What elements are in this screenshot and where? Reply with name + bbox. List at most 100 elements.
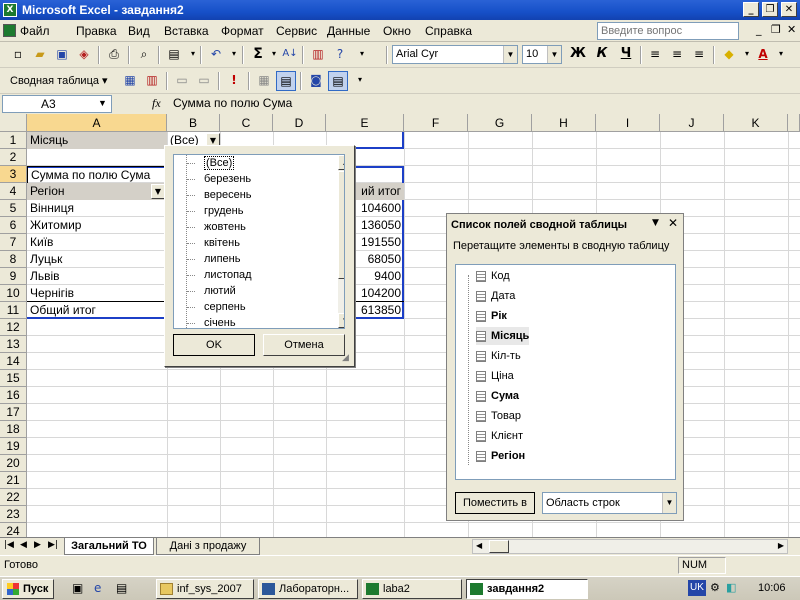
row-header[interactable]: 4 [0, 183, 27, 200]
refresh-data-icon[interactable]: ! [224, 71, 244, 91]
row-header[interactable]: 16 [0, 387, 27, 404]
row-header[interactable]: 17 [0, 404, 27, 421]
row-header[interactable]: 1 [0, 132, 27, 149]
row-header[interactable]: 23 [0, 506, 27, 523]
menu-window[interactable]: Окно [383, 24, 411, 38]
row-header[interactable]: 24 [0, 523, 27, 538]
grand-total-label[interactable]: Общий итог [27, 302, 167, 319]
month-option[interactable]: березень [174, 171, 331, 187]
function-icon[interactable]: fx [152, 96, 161, 111]
region-cell[interactable]: Львів [27, 268, 167, 285]
language-indicator[interactable]: UK [688, 580, 706, 596]
region-cell[interactable]: Вінниця [27, 200, 167, 217]
close-button[interactable]: ✕ [781, 2, 797, 17]
chart-wizard-icon[interactable]: ▥ [308, 45, 328, 65]
add-to-button[interactable]: Поместить в [455, 492, 535, 514]
pivot-chart-icon[interactable]: ▥ [142, 71, 162, 91]
row-header[interactable]: 7 [0, 234, 27, 251]
month-option[interactable]: вересень [174, 187, 331, 203]
help-search-input[interactable] [597, 22, 739, 40]
select-all-corner[interactable] [0, 114, 27, 132]
row-header[interactable]: 15 [0, 370, 27, 387]
formula-content[interactable]: Сумма по полю Сума [173, 96, 292, 110]
scroll-left-icon[interactable]: ◀ [476, 541, 482, 550]
field-item[interactable]: Клієнт [476, 427, 523, 445]
scroll-right-icon[interactable]: ▶ [778, 541, 784, 550]
field-item[interactable]: Сума [476, 387, 519, 405]
always-display-icon[interactable]: ▤ [276, 71, 296, 91]
row-header[interactable]: 20 [0, 455, 27, 472]
menu-insert[interactable]: Вставка [164, 24, 209, 38]
month-option[interactable]: лютий [174, 283, 331, 299]
row-header[interactable]: 8 [0, 251, 27, 268]
menu-file[interactable]: Файл [20, 24, 50, 38]
row-header[interactable]: 11 [0, 302, 27, 319]
maximize-button[interactable]: ❐ [762, 2, 778, 17]
row-header[interactable]: 3 [0, 166, 27, 183]
month-option[interactable]: листопад [174, 267, 331, 283]
doc-minimize-button[interactable]: _ [756, 23, 762, 36]
row-header[interactable]: 12 [0, 319, 27, 336]
field-item[interactable]: Місяць [476, 327, 530, 345]
ok-button[interactable]: OK [173, 334, 255, 356]
field-settings-icon[interactable]: ◙ [306, 71, 326, 91]
network-icon[interactable]: ◧ [726, 581, 736, 594]
row-header[interactable]: 10 [0, 285, 27, 302]
align-left-icon[interactable]: ≡ [645, 45, 665, 65]
region-cell[interactable]: Київ [27, 234, 167, 251]
column-header-h[interactable]: H [532, 114, 596, 132]
start-button[interactable]: Пуск [2, 579, 54, 599]
sheet-tab-active[interactable]: Загальний ТО [64, 538, 154, 555]
internet-explorer-icon[interactable]: e [94, 581, 101, 595]
paste-icon[interactable]: ▤ [164, 45, 184, 65]
doc-restore-button[interactable]: ❐ [771, 23, 781, 36]
menu-format[interactable]: Формат [221, 24, 264, 38]
include-hidden-icon[interactable]: ▦ [254, 71, 274, 91]
field-list[interactable]: Код Дата Рік Місяць Кіл-ть Ціна Сума Тов… [455, 264, 676, 480]
help-icon[interactable]: ? [330, 45, 350, 65]
close-icon[interactable]: ✕ [668, 216, 678, 230]
column-header-g[interactable]: G [468, 114, 532, 132]
menu-data[interactable]: Данные [327, 24, 370, 38]
media-icon[interactable]: ▤ [116, 581, 127, 595]
region-cell[interactable]: Луцьк [27, 251, 167, 268]
scroll-thumb[interactable] [489, 540, 509, 553]
undo-icon[interactable]: ↶ [206, 45, 226, 65]
field-item[interactable]: Дата [476, 287, 515, 305]
chevron-down-icon[interactable]: ▼ [503, 46, 517, 63]
chevron-down-icon[interactable]: ▼ [98, 98, 107, 108]
last-sheet-icon[interactable]: ▶| [48, 540, 58, 550]
region-cell[interactable]: Житомир [27, 217, 167, 234]
italic-button[interactable]: К [592, 45, 612, 65]
align-center-icon[interactable]: ≡ [667, 45, 687, 65]
column-header-j[interactable]: J [660, 114, 724, 132]
field-item[interactable]: Код [476, 267, 510, 285]
research-icon[interactable]: ⌕ [134, 45, 154, 65]
excel-app-icon[interactable]: X [3, 3, 17, 17]
task-button[interactable]: laba2 [362, 579, 462, 599]
column-header-d[interactable]: D [273, 114, 326, 132]
sheet-tab[interactable]: Дані з продажу [156, 538, 260, 555]
save-icon[interactable]: ▣ [52, 45, 72, 65]
pivot-field-list-pane[interactable]: Список полей сводной таблицы ▼ ✕ Перетащ… [446, 213, 684, 521]
row-header[interactable]: 9 [0, 268, 27, 285]
fill-color-icon[interactable]: ◆ [719, 45, 739, 65]
doc-close-button[interactable]: ✕ [787, 23, 796, 36]
scroll-up-icon[interactable]: ▲ [338, 155, 344, 170]
chevron-down-icon[interactable]: ▼ [547, 46, 561, 63]
underline-button[interactable]: Ч [616, 45, 636, 65]
font-size-select[interactable]: 10 ▼ [522, 45, 562, 64]
region-cell[interactable]: Чернігів [27, 285, 167, 302]
month-option[interactable]: серпень [174, 299, 331, 315]
font-name-select[interactable]: Arial Cyr ▼ [392, 45, 518, 64]
format-report-icon[interactable]: ▦ [120, 71, 140, 91]
month-option[interactable]: квітень [174, 235, 331, 251]
row-header[interactable]: 22 [0, 489, 27, 506]
task-button[interactable]: inf_sys_2007 [156, 579, 254, 599]
document-icon[interactable] [3, 24, 16, 37]
field-item[interactable]: Кіл-ть [476, 347, 521, 365]
row-header[interactable]: 2 [0, 149, 27, 166]
horizontal-scrollbar[interactable]: ◀ ▶ [472, 539, 788, 554]
minimize-button[interactable]: _ [743, 2, 759, 17]
permission-icon[interactable]: ◈ [74, 45, 94, 65]
